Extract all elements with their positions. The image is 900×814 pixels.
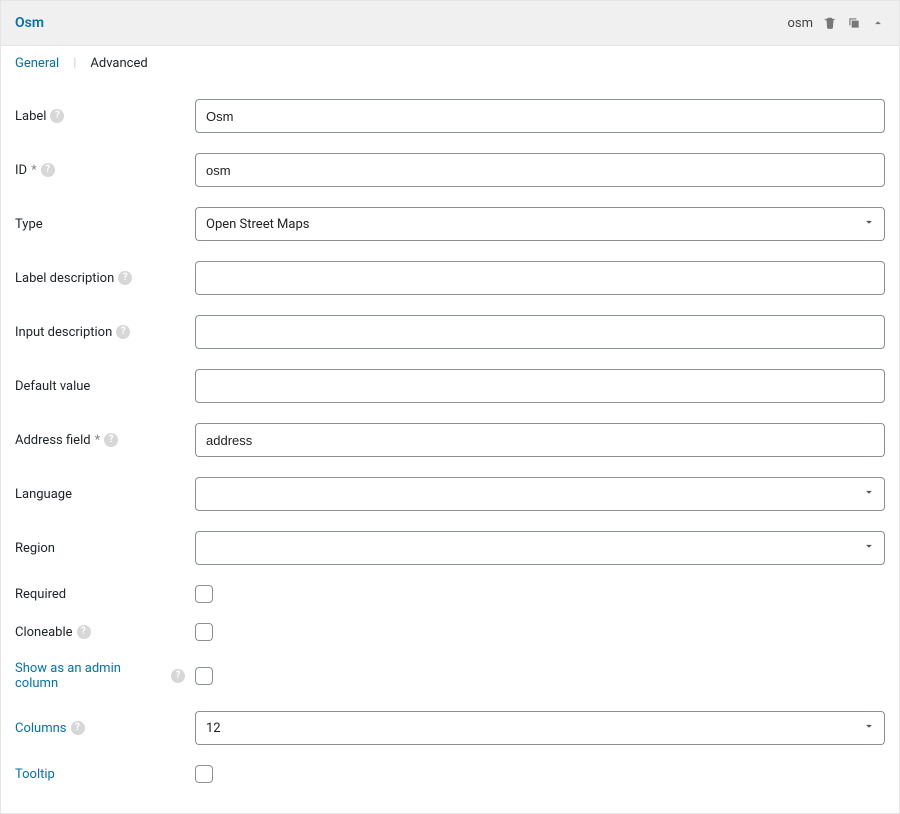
region-select[interactable]	[195, 531, 885, 565]
row-label: Label ?	[15, 89, 885, 143]
label-default-value: Default value	[15, 379, 195, 394]
help-icon[interactable]: ?	[104, 433, 118, 447]
label-label-desc: Label description ?	[15, 271, 195, 286]
select-value: Open Street Maps	[206, 217, 310, 232]
row-label-desc: Label description ?	[15, 251, 885, 305]
field-label-text: ID	[15, 163, 27, 178]
panel-slug: osm	[787, 16, 813, 31]
tabs: General | Advanced	[1, 46, 899, 79]
chevron-down-icon	[862, 539, 876, 557]
admin-column-checkbox[interactable]	[195, 667, 213, 685]
help-icon[interactable]: ?	[41, 163, 55, 177]
required-checkbox[interactable]	[195, 585, 213, 603]
label-type: Type	[15, 217, 195, 232]
id-input[interactable]	[195, 153, 885, 187]
field-label-text: Label	[15, 109, 46, 124]
required-mark: *	[31, 163, 37, 178]
label-cloneable: Cloneable ?	[15, 625, 195, 640]
language-select[interactable]	[195, 477, 885, 511]
default-value-input[interactable]	[195, 369, 885, 403]
chevron-down-icon	[862, 485, 876, 503]
label-admin-column[interactable]: Show as an admin column ?	[15, 661, 195, 691]
required-mark: *	[95, 433, 101, 448]
row-input-desc: Input description ?	[15, 305, 885, 359]
trash-icon[interactable]	[823, 16, 837, 30]
row-default-value: Default value	[15, 359, 885, 413]
label-id: ID * ?	[15, 163, 195, 178]
field-label-text: Label description	[15, 271, 114, 286]
row-address-field: Address field * ?	[15, 413, 885, 467]
panel-header: Osm osm	[1, 1, 899, 46]
chevron-down-icon	[862, 215, 876, 233]
help-icon[interactable]: ?	[116, 325, 130, 339]
field-panel: Osm osm General | Advanced Label ?	[0, 0, 900, 814]
tooltip-checkbox[interactable]	[195, 765, 213, 783]
row-required: Required	[15, 575, 885, 613]
columns-select[interactable]: 12	[195, 711, 885, 745]
row-id: ID * ?	[15, 143, 885, 197]
help-icon[interactable]: ?	[71, 721, 85, 735]
row-admin-column: Show as an admin column ?	[15, 651, 885, 701]
label-tooltip[interactable]: Tooltip	[15, 767, 195, 782]
label-input[interactable]	[195, 99, 885, 133]
field-label-text: Tooltip	[15, 767, 55, 782]
field-label-text: Required	[15, 587, 66, 602]
field-label-text: Region	[15, 541, 55, 556]
panel-title[interactable]: Osm	[15, 15, 44, 31]
label-required: Required	[15, 587, 195, 602]
help-icon[interactable]: ?	[50, 109, 64, 123]
tab-advanced[interactable]: Advanced	[90, 56, 147, 79]
help-icon[interactable]: ?	[171, 669, 185, 683]
label-label: Label ?	[15, 109, 195, 124]
help-icon[interactable]: ?	[77, 625, 91, 639]
field-label-text: Columns	[15, 721, 67, 736]
field-label-text: Default value	[15, 379, 90, 394]
field-label-text: Input description	[15, 325, 112, 340]
select-value: 12	[206, 721, 221, 736]
input-desc-input[interactable]	[195, 315, 885, 349]
field-label-text: Type	[15, 217, 43, 232]
chevron-down-icon	[862, 719, 876, 737]
tab-general[interactable]: General	[15, 56, 59, 79]
tab-separator: |	[73, 56, 76, 79]
field-label-text: Address field	[15, 433, 91, 448]
row-cloneable: Cloneable ?	[15, 613, 885, 651]
collapse-icon[interactable]	[871, 16, 885, 30]
row-type: Type Open Street Maps	[15, 197, 885, 251]
row-language: Language	[15, 467, 885, 521]
form-body: Label ? ID * ? Type Open Street Maps	[1, 79, 899, 813]
type-select[interactable]: Open Street Maps	[195, 207, 885, 241]
row-tooltip: Tooltip	[15, 755, 885, 793]
field-label-text: Cloneable	[15, 625, 73, 640]
label-desc-input[interactable]	[195, 261, 885, 295]
label-language: Language	[15, 487, 195, 502]
row-columns: Columns ? 12	[15, 701, 885, 755]
address-field-input[interactable]	[195, 423, 885, 457]
duplicate-icon[interactable]	[847, 16, 861, 30]
label-address-field: Address field * ?	[15, 433, 195, 448]
label-input-desc: Input description ?	[15, 325, 195, 340]
row-region: Region	[15, 521, 885, 575]
label-region: Region	[15, 541, 195, 556]
help-icon[interactable]: ?	[118, 271, 132, 285]
cloneable-checkbox[interactable]	[195, 623, 213, 641]
label-columns[interactable]: Columns ?	[15, 721, 195, 736]
field-label-text: Show as an admin column	[15, 661, 167, 691]
panel-actions: osm	[787, 16, 885, 31]
field-label-text: Language	[15, 487, 72, 502]
